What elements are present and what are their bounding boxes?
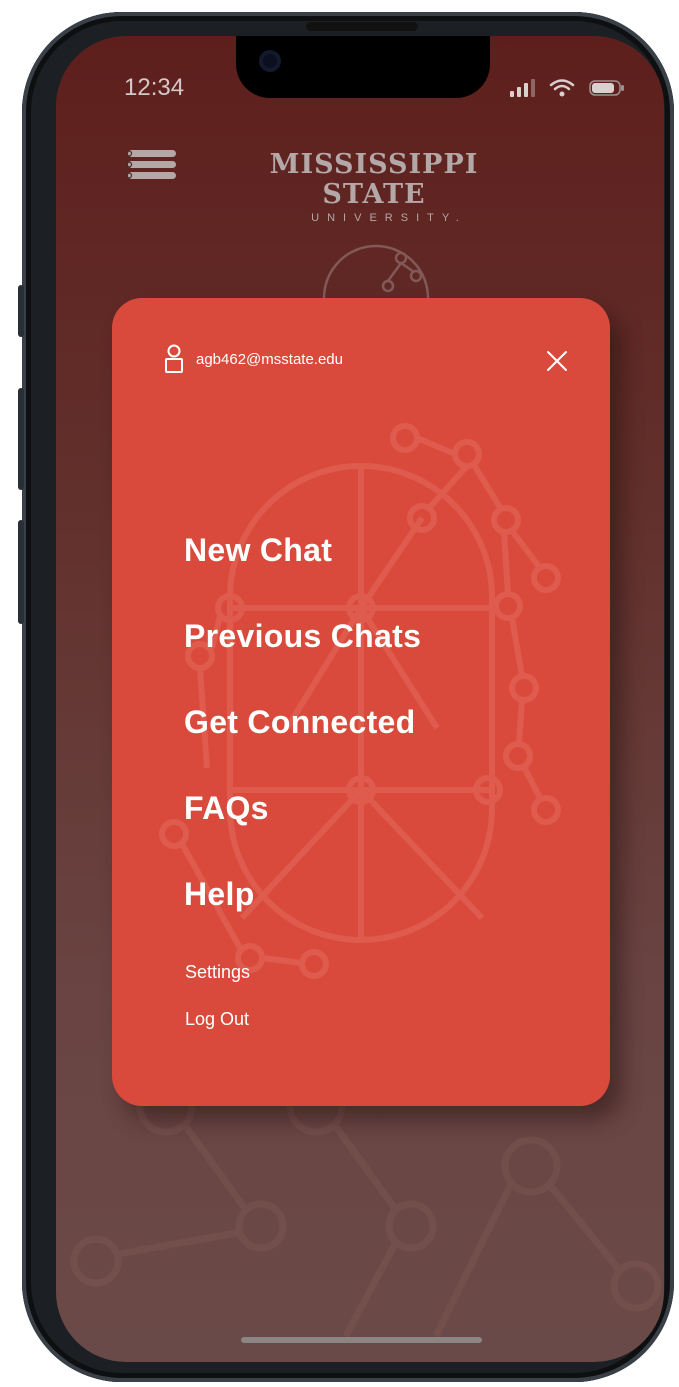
close-icon[interactable] [544,348,570,374]
status-time: 12:34 [124,74,185,101]
menu-item-get-connected[interactable]: Get Connected [184,698,421,784]
home-indicator[interactable] [241,1337,482,1343]
speaker-grille [306,22,418,31]
brand-name: MISSISSIPPI STATE [269,149,479,210]
battery-icon [589,80,624,96]
user-email: agb462@msstate.edu [196,350,343,368]
menu-item-faqs[interactable]: FAQs [184,784,421,870]
user-icon [165,344,183,373]
menu-item-settings[interactable]: Settings [185,960,250,1007]
mute-switch [18,285,24,337]
menu-panel: agb462@msstate.edu New Chat Previous Cha… [112,298,610,1106]
status-icons [510,78,625,98]
primary-menu: New Chat Previous Chats Get Connected FA… [184,526,421,956]
brand-subtitle: UNIVERSITY. [311,212,467,224]
menu-item-new-chat[interactable]: New Chat [184,526,421,612]
wifi-icon [549,79,575,97]
menu-item-previous-chats[interactable]: Previous Chats [184,612,421,698]
volume-down-button [18,520,24,624]
signal-bars-icon [510,79,535,97]
university-logo: MISSISSIPPI STATE UNIVERSITY. [236,149,512,225]
front-camera [259,50,281,72]
volume-up-button [18,388,24,490]
menu-item-log-out[interactable]: Log Out [185,1007,250,1054]
menu-icon[interactable] [124,150,176,180]
user-account: agb462@msstate.edu [164,344,343,374]
secondary-menu: Settings Log Out [185,960,250,1054]
menu-item-help[interactable]: Help [184,870,421,956]
